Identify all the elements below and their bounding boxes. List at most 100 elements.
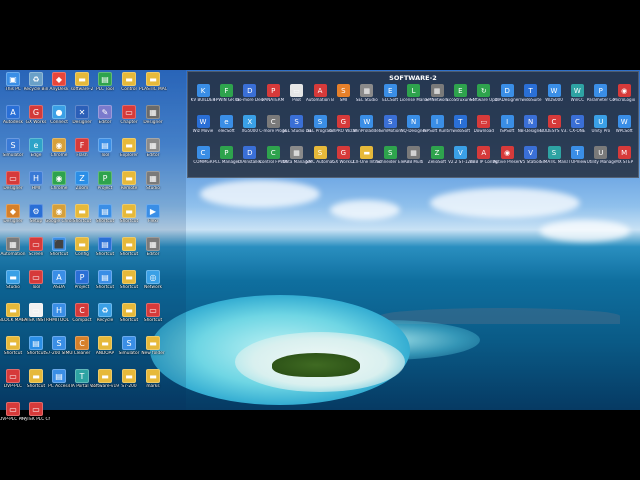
desktop-icon[interactable]: ▬ software-v19 — [91, 369, 119, 389]
desktop-icon[interactable]: ▬ Shortcut — [25, 369, 47, 389]
app-icon: T — [75, 369, 89, 383]
desktop-icon[interactable]: ▤ PLC Tool — [94, 72, 116, 92]
desktop-icon[interactable]: ▦ Designer — [142, 105, 164, 125]
desktop-icon[interactable]: e Edge — [25, 138, 47, 158]
desktop-icon[interactable]: ▤ Tool — [94, 138, 116, 158]
desktop-icon[interactable]: ▭ Shortcut — [142, 303, 164, 323]
desktop-icon[interactable]: S Simulator — [2, 138, 24, 158]
desktop-icon[interactable]: ▭FATEK PLC Chapter — [22, 402, 50, 422]
app-icon: C — [75, 336, 89, 350]
desktop-icon[interactable]: ▭ Designer — [2, 171, 24, 191]
desktop-icon[interactable]: P Project — [71, 270, 93, 290]
desktop-icon[interactable]: G GX Works — [25, 105, 47, 125]
desktop-icon-label: PLASTIC MACHINE — [139, 87, 167, 92]
app-icon: P — [75, 270, 89, 284]
desktop-icon[interactable]: ▣ This PC — [2, 72, 24, 92]
desktop-icon[interactable]: SS7-200 SIMULA — [45, 336, 73, 356]
folder-app-icon[interactable]: M MX STEP — [611, 146, 637, 165]
desktop-icon[interactable]: ▬ Remote — [118, 171, 140, 191]
desktop-icon[interactable]: F Flash — [71, 138, 93, 158]
desktop-icon[interactable]: ▬ Shortcut — [118, 237, 140, 257]
desktop-icon[interactable]: ▬ Control — [118, 72, 140, 92]
desktop-icon[interactable]: ▦ Automation — [0, 237, 26, 257]
folder-popup-window[interactable]: SOFTWARE-2 K KV BUILDER F FPWIN GR7S D Do-mor… — [187, 71, 639, 178]
desktop-icon[interactable]: ▭ Tool — [25, 270, 47, 290]
desktop-icon[interactable]: ◉Google Chrome — [45, 204, 73, 224]
desktop-icon[interactable]: ♻ Recycle — [94, 303, 116, 323]
desktop-icon[interactable]: ✎ Editor — [94, 105, 116, 125]
desktop-icon[interactable]: ▬ Studio — [2, 270, 24, 290]
desktop-icon[interactable]: S Simulator — [118, 336, 140, 356]
desktop-icon[interactable]: H HMI — [25, 171, 47, 191]
desktop-icon[interactable]: P Project — [94, 171, 116, 191]
app-icon: ▬ — [6, 336, 20, 350]
app-icon: ▭ — [29, 237, 43, 251]
desktop-icon[interactable]: ▤ Shortcut — [25, 336, 47, 356]
desktop-icon[interactable]: ▬ Shortcut — [2, 336, 24, 356]
app-icon: Z — [430, 146, 444, 159]
desktop-icon[interactable]: ◉ Chrome — [48, 138, 70, 158]
desktop-icon[interactable]: ▭ Screen — [25, 237, 47, 257]
app-icon: ◉ — [52, 138, 66, 152]
app-icon: D — [500, 84, 514, 97]
desktop-icon[interactable]: ◎ Network — [142, 270, 164, 290]
app-icon: ▦ — [430, 84, 444, 97]
desktop-icon[interactable]: ▭ DVP-PLC — [2, 369, 24, 389]
desktop-icon[interactable]: Z Zoom — [71, 171, 93, 191]
app-icon: ▤ — [98, 72, 112, 86]
app-icon: ▬ — [98, 336, 112, 350]
app-icon: E — [453, 84, 467, 97]
app-icon: ▭ — [29, 402, 43, 416]
app-icon: A — [477, 146, 491, 159]
desktop-icon[interactable]: T TIA Portal V12 — [68, 369, 96, 389]
app-icon: P — [594, 84, 608, 97]
desktop-icon[interactable]: ▬ S7-200 — [118, 369, 140, 389]
desktop-icon[interactable]: ▬ New folder — [141, 336, 165, 356]
desktop-icon[interactable]: ▤ Shortcut — [94, 204, 116, 224]
desktop-icon[interactable]: ⚙ Setup — [25, 204, 47, 224]
app-icon: ▤ — [98, 138, 112, 152]
desktop-icon[interactable]: ▭FATEK INSTRUCTION — [22, 303, 50, 323]
desktop-icon[interactable]: A Autodesk — [2, 105, 24, 125]
desktop-icon[interactable]: ▬BLOCK MACHINE — [0, 303, 27, 323]
desktop-icon[interactable]: ▬ Shortcut — [118, 303, 140, 323]
desktop-icon[interactable]: ▬ Shortcut — [118, 270, 140, 290]
desktop-icon[interactable]: C Compact — [71, 303, 93, 323]
desktop-icon[interactable]: ▬ Config — [71, 237, 93, 257]
desktop-icon[interactable]: ▭DVP-PLC PM_EN — [0, 402, 27, 422]
desktop-icon[interactable]: ▬ software-2 — [71, 72, 93, 92]
desktop-icon[interactable]: ⬛ Shortcut — [48, 237, 70, 257]
desktop-icon[interactable]: ✕ Designer — [71, 105, 93, 125]
desktop-icon[interactable]: ▭ Chapter — [118, 105, 140, 125]
desktop-icon[interactable]: ▶ Flexi — [142, 204, 164, 224]
desktop-icon[interactable]: ▬ marks — [142, 369, 164, 389]
folder-app-icon[interactable]: W WPLSoft — [611, 115, 637, 134]
desktop-icon-label: Flexi — [148, 219, 158, 224]
desktop-icon[interactable]: ● Connect — [48, 105, 70, 125]
desktop-icon[interactable]: ▬ Shortcut — [118, 204, 140, 224]
desktop-icon[interactable]: ♻ Recycle Bin — [24, 72, 48, 92]
desktop-icon[interactable]: ◆ Designer — [2, 204, 24, 224]
desktop-icon[interactable]: ▤ Shortcut — [94, 270, 116, 290]
desktop-icon[interactable]: ◆ AnyDesk — [48, 72, 70, 92]
app-icon: S — [313, 146, 327, 159]
desktop-icon[interactable]: ▦ Studio — [142, 171, 164, 191]
desktop-icon[interactable]: ▤ Shortcut — [94, 237, 116, 257]
folder-app-icon[interactable]: ◉ MicroLogix — [611, 84, 637, 103]
desktop-icon[interactable]: A ASDA — [48, 270, 70, 290]
app-icon: M — [617, 146, 631, 159]
app-icon: C — [266, 146, 280, 159]
desktop-icon[interactable]: C Cleaner — [71, 336, 93, 356]
app-icon: ▬ — [75, 72, 89, 86]
desktop-icon[interactable]: ▤ PC Access — [48, 369, 70, 389]
desktop-icon[interactable]: ▬ Shortcut — [71, 204, 93, 224]
desktop-icon[interactable]: ◉ Chrome — [48, 171, 70, 191]
desktop-icon[interactable]: ▦ Editor — [142, 237, 164, 257]
desktop-icon[interactable]: ▬ ANDOAP — [94, 336, 116, 356]
desktop-icon[interactable]: ▬ Explorer — [118, 138, 140, 158]
app-icon: ▶ — [146, 204, 160, 218]
app-icon: ▬ — [6, 270, 20, 284]
desktop-icon[interactable]: ▬PLASTIC MACHINE — [139, 72, 167, 92]
desktop-icon[interactable]: H HMITOOL — [48, 303, 70, 323]
desktop-icon[interactable]: ▦ Editor — [142, 138, 164, 158]
